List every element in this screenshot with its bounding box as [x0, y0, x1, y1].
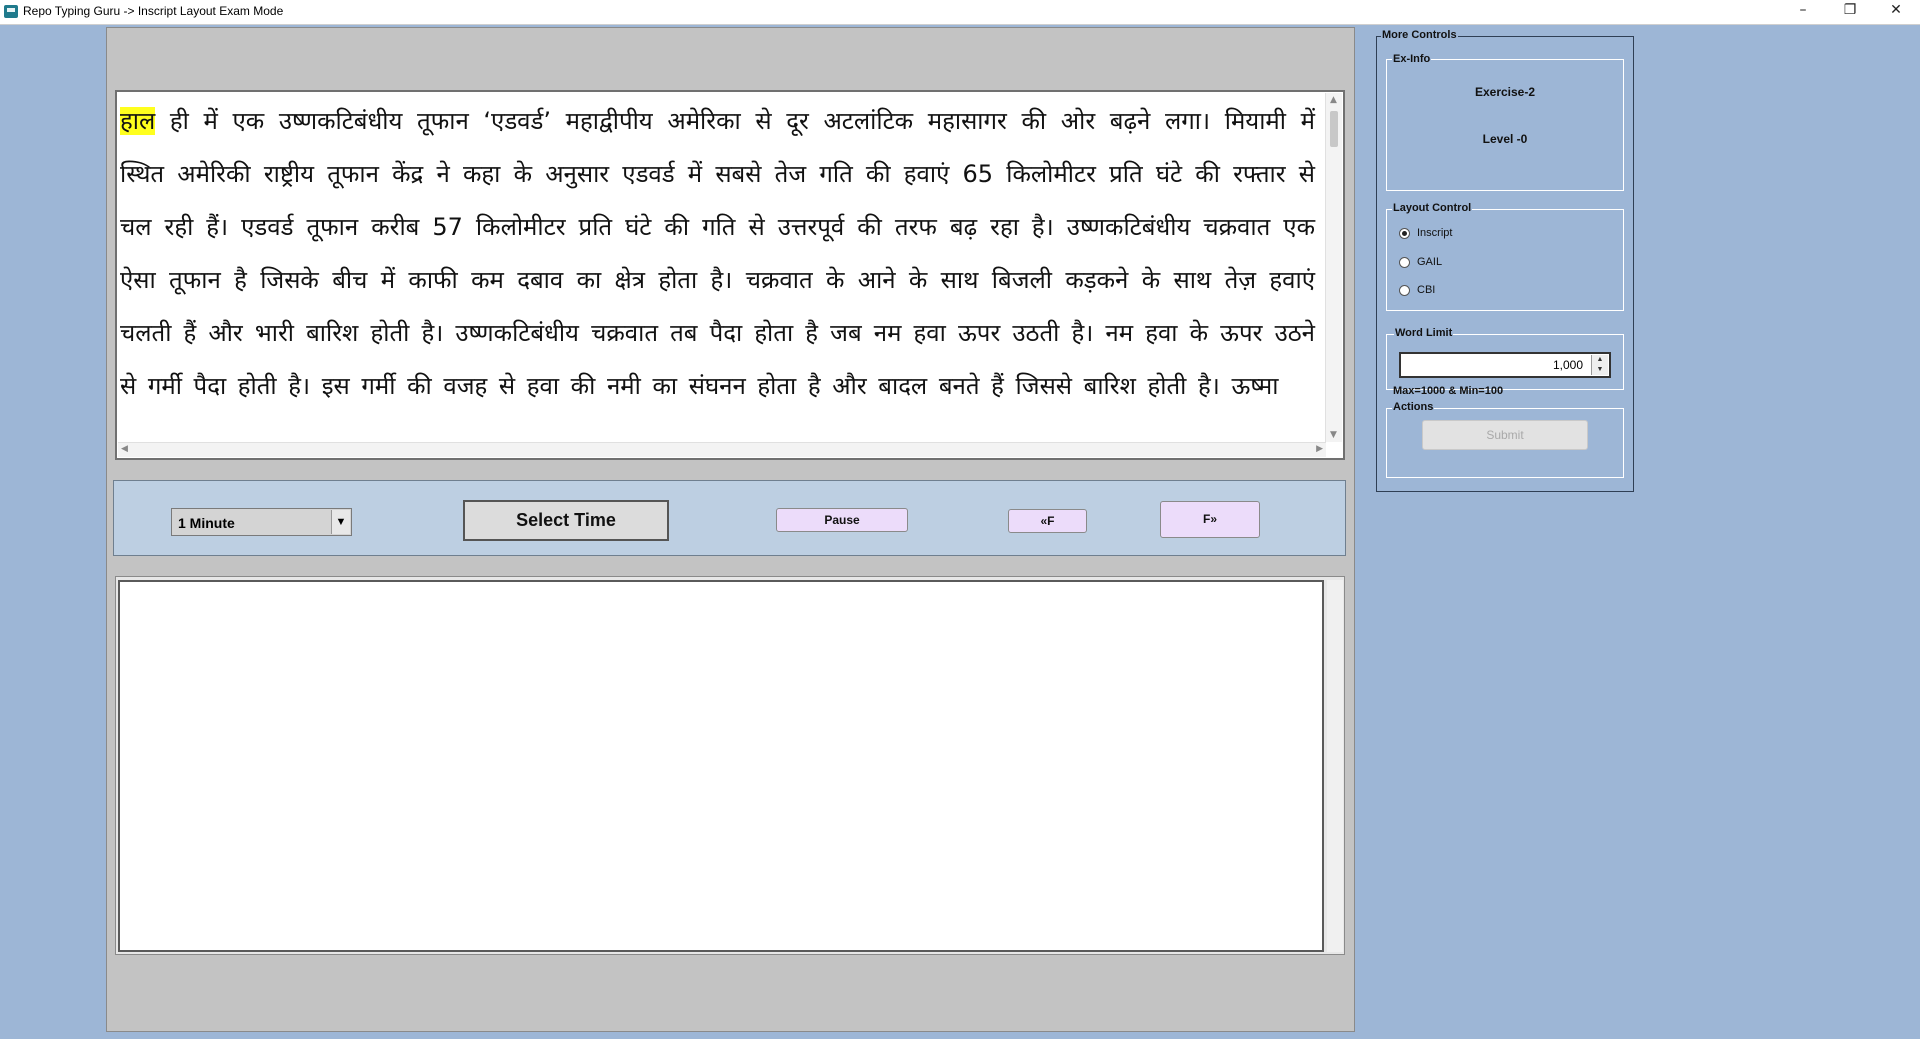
scroll-down-icon[interactable]: ▼	[1330, 430, 1337, 440]
pause-button[interactable]: Pause	[776, 508, 908, 532]
actions-title: Actions	[1392, 401, 1435, 413]
passage-viewport: हाल ही में एक उष्णकटिबंधीय तूफान ‘एडवर्ड…	[120, 95, 1323, 442]
passage-text-area[interactable]: हाल ही में एक उष्णकटिबंधीय तूफान ‘एडवर्ड…	[115, 90, 1345, 460]
radio-button[interactable]	[1399, 285, 1410, 296]
typing-input[interactable]	[118, 580, 1324, 952]
ex-info-title: Ex-Info	[1392, 53, 1432, 65]
font-decrease-button[interactable]: «F	[1008, 509, 1087, 533]
title-bar: Repo Typing Guru -> Inscript Layout Exam…	[0, 0, 1920, 25]
passage-remaining-text: ही में एक उष्णकटिबंधीय तूफान ‘एडवर्ड’ मह…	[120, 107, 1315, 400]
restore-button[interactable]: ❐	[1827, 0, 1873, 22]
chevron-down-icon[interactable]: ▼	[331, 510, 350, 534]
more-controls-title: More Controls	[1381, 29, 1458, 41]
scroll-right-icon[interactable]: ▶	[1316, 444, 1323, 454]
word-limit-title: Word Limit	[1394, 327, 1454, 339]
radio-gail-label: GAIL	[1417, 256, 1443, 268]
passage-text: हाल ही में एक उष्णकटिबंधीय तूफान ‘एडवर्ड…	[120, 95, 1323, 413]
font-increase-button[interactable]: F»	[1160, 501, 1260, 538]
passage-vertical-scrollbar[interactable]: ▲ ▼	[1325, 93, 1342, 442]
level-label: Level -0	[1482, 132, 1528, 146]
word-limit-note: Max=1000 & Min=100	[1393, 385, 1504, 397]
scroll-thumb[interactable]	[1330, 111, 1338, 147]
word-limit-value[interactable]: 1,000	[1553, 358, 1583, 372]
spinner-up-icon[interactable]: ▲	[1592, 355, 1608, 365]
spinner-down-icon[interactable]: ▼	[1592, 365, 1608, 375]
typing-scrollbar[interactable]	[1327, 580, 1343, 952]
radio-inscript-label: Inscript	[1417, 227, 1453, 239]
time-select[interactable]: 1 Minute ▼	[171, 508, 352, 536]
time-select-value: 1 Minute	[178, 515, 235, 531]
layout-control-title: Layout Control	[1392, 202, 1473, 214]
radio-cbi-label: CBI	[1417, 284, 1436, 296]
minimize-button[interactable]: –	[1780, 0, 1826, 22]
spinner-buttons: ▲ ▼	[1591, 355, 1608, 375]
close-button[interactable]: ✕	[1873, 0, 1919, 22]
scroll-left-icon[interactable]: ◀	[121, 444, 128, 454]
exercise-label: Exercise-2	[1474, 85, 1536, 99]
ex-info-group	[1386, 59, 1624, 191]
current-word-highlight: हाल	[120, 107, 156, 135]
submit-button[interactable]: Submit	[1422, 420, 1588, 450]
window-title: Repo Typing Guru -> Inscript Layout Exam…	[23, 4, 284, 18]
scroll-up-icon[interactable]: ▲	[1330, 95, 1337, 105]
app-icon	[4, 5, 18, 18]
word-limit-spinner[interactable]: 1,000 ▲ ▼	[1399, 352, 1611, 378]
passage-horizontal-scrollbar[interactable]: ◀ ▶	[118, 442, 1326, 457]
radio-button[interactable]	[1399, 257, 1410, 268]
radio-button-selected[interactable]	[1399, 228, 1410, 239]
select-time-button[interactable]: Select Time	[463, 500, 669, 541]
